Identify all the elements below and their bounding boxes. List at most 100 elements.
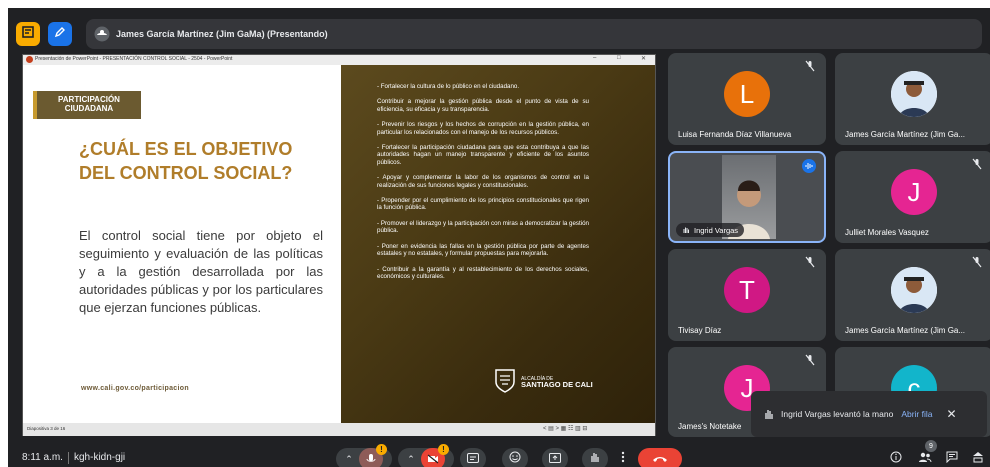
camera-warning-badge: ! (438, 444, 449, 455)
chat-icon (946, 450, 958, 467)
emoji-button[interactable] (502, 448, 528, 467)
avatar: L (724, 71, 770, 117)
captions-icon (467, 450, 479, 467)
objective-item: - Apoyar y complementar la labor de los … (377, 174, 589, 189)
clock: 8:11 a.m. (22, 452, 63, 463)
mic-control[interactable]: ⌃ ! (336, 444, 392, 467)
mic-warning-badge: ! (376, 444, 387, 455)
logo-text: ALCALDÍA DE SANTIAGO DE CALI (521, 376, 593, 389)
participant-name: Julliet Morales Vasquez (845, 228, 929, 237)
name-chip: Ingrid Vargas (676, 221, 745, 239)
people-icon (918, 450, 932, 467)
whiteboard-button[interactable] (48, 22, 72, 46)
mic-off-icon (804, 255, 818, 269)
toast-message: Ingrid Vargas levantó la mano (781, 409, 894, 419)
hand-raised-icon (763, 408, 775, 420)
chat-button[interactable] (942, 448, 962, 467)
mic-off-icon (971, 255, 985, 269)
avatar (891, 71, 937, 117)
more-vert-icon (621, 450, 625, 467)
close-icon[interactable]: ✕ (947, 407, 957, 421)
crest-icon (493, 367, 517, 398)
hand-icon (589, 450, 601, 467)
divider (68, 452, 69, 464)
hand-raised-toast: Ingrid Vargas levantó la mano Abrir fila… (751, 391, 987, 437)
present-icon (549, 450, 561, 467)
presentation-titlebar: Presentación de PowerPoint - PRESENTACIÓ… (23, 55, 655, 65)
speaking-indicator-icon (802, 159, 816, 173)
slide-left-panel: PARTICIPACIÓN CIUDADANA ¿CUÁL ES EL OBJE… (23, 65, 341, 423)
participant-name: James García Martínez (Jim Ga... (845, 130, 966, 139)
restore-button[interactable]: □ (617, 55, 621, 61)
people-count-badge: 9 (925, 440, 937, 452)
logo-big-text: SANTIAGO DE CALI (521, 379, 593, 389)
participant-tile[interactable]: T Tivisay Díaz (668, 249, 826, 341)
bottom-bar: 8:11 a.m. kgh-kidn-gji ⌃ ! ⌃ ! 9 (8, 440, 990, 467)
participant-tile[interactable]: L Luisa Fernanda Díaz Villanueva (668, 53, 826, 145)
participant-tile[interactable]: James García Martínez (Jim Ga... (835, 249, 990, 341)
mic-off-icon (971, 157, 985, 171)
participant-tile[interactable]: James García Martínez (Jim Ga... (835, 53, 990, 145)
presenter-chip[interactable]: James García Martínez (Jim GaMa) (Presen… (86, 19, 982, 49)
activities-icon (972, 450, 984, 467)
people-button[interactable]: 9 (914, 440, 937, 467)
objective-item: - Fortalecer la participación ciudadana … (377, 144, 589, 166)
presentation-status-bar: Diapositiva 3 de 16 < ▤ > ▦ ☷ ▥ ⊟ (23, 423, 655, 436)
meet-window: James García Martínez (Jim GaMa) (Presen… (8, 8, 990, 467)
slide-body-text: El control social tiene por objeto el se… (79, 228, 323, 315)
slide-counter: Diapositiva 3 de 16 (27, 426, 66, 431)
mic-off-icon (804, 59, 818, 73)
avatar: T (724, 267, 770, 313)
top-bar: James García Martínez (Jim GaMa) (Presen… (8, 8, 990, 52)
meeting-info-button[interactable] (886, 448, 906, 467)
slide-url: www.cali.gov.co/participacion (81, 385, 189, 392)
chevron-up-icon[interactable]: ⌃ (407, 454, 415, 465)
presentation-app-button[interactable] (16, 22, 40, 46)
present-button[interactable] (542, 448, 568, 467)
objective-item: - Fortalecer la cultura de lo público en… (377, 83, 520, 90)
open-queue-link[interactable]: Abrir fila (901, 409, 932, 419)
presentation-window-title: Presentación de PowerPoint - PRESENTACIÓ… (35, 56, 233, 62)
objectives-list: - Fortalecer la cultura de lo público en… (377, 83, 589, 288)
slides-icon (21, 25, 35, 44)
participant-tile-active[interactable]: Ingrid Vargas (668, 151, 826, 243)
slide-right-panel: - Fortalecer la cultura de lo público en… (341, 65, 655, 423)
cali-logo: ALCALDÍA DE SANTIAGO DE CALI (493, 365, 603, 399)
chevron-up-icon[interactable]: ⌃ (345, 454, 353, 465)
objective-item: - Propender por el cumplimiento de los p… (377, 197, 589, 212)
presentation-window: Presentación de PowerPoint - PRESENTACIÓ… (22, 54, 656, 436)
objective-item: - Contribuir a la garantía y al restable… (377, 265, 589, 280)
emoji-icon (509, 450, 521, 467)
mic-off-icon (804, 353, 818, 367)
slide-view-controls[interactable]: < ▤ > ▦ ☷ ▥ ⊟ (543, 425, 587, 432)
hand-raised-icon (682, 221, 690, 239)
objective-item: - Poner en evidencia las fallas en la ge… (377, 242, 589, 258)
avatar (891, 267, 937, 313)
activities-button[interactable] (968, 448, 988, 467)
avatar: J (891, 169, 937, 215)
pen-icon (53, 25, 67, 44)
participant-name: Luisa Fernanda Díaz Villanueva (678, 130, 792, 139)
minimize-button[interactable]: – (593, 55, 596, 61)
objective-item: Contribuir a mejorar la gestión pública … (377, 98, 589, 113)
info-icon (890, 450, 902, 467)
objective-item: - Prevenir los riesgos y los hechos de c… (377, 121, 589, 136)
hangup-icon (652, 450, 668, 467)
raise-hand-button[interactable] (582, 448, 608, 467)
objective-item: - Promover el liderazgo y la participaci… (377, 219, 589, 235)
more-options-button[interactable] (616, 448, 630, 467)
leave-call-button[interactable] (638, 448, 682, 467)
presenter-name: James García Martínez (Jim GaMa) (Presen… (116, 29, 328, 39)
meeting-code: kgh-kidn-gji (74, 452, 126, 463)
participant-name: James García Martínez (Jim Ga... (845, 326, 966, 335)
powerpoint-icon (26, 56, 33, 63)
presenter-avatar (94, 26, 110, 42)
participant-tile[interactable]: J Julliet Morales Vasquez (835, 151, 990, 243)
participant-name: Ingrid Vargas (694, 225, 739, 235)
slide-heading: ¿CUÁL ES EL OBJETIVO DEL CONTROL SOCIAL? (79, 139, 293, 183)
camera-control[interactable]: ⌃ ! (398, 444, 454, 467)
captions-button[interactable] (460, 448, 486, 467)
section-label-box: PARTICIPACIÓN CIUDADANA (33, 91, 141, 119)
close-window-button[interactable]: ✕ (641, 55, 646, 62)
participant-name: Tivisay Díaz (678, 326, 722, 335)
